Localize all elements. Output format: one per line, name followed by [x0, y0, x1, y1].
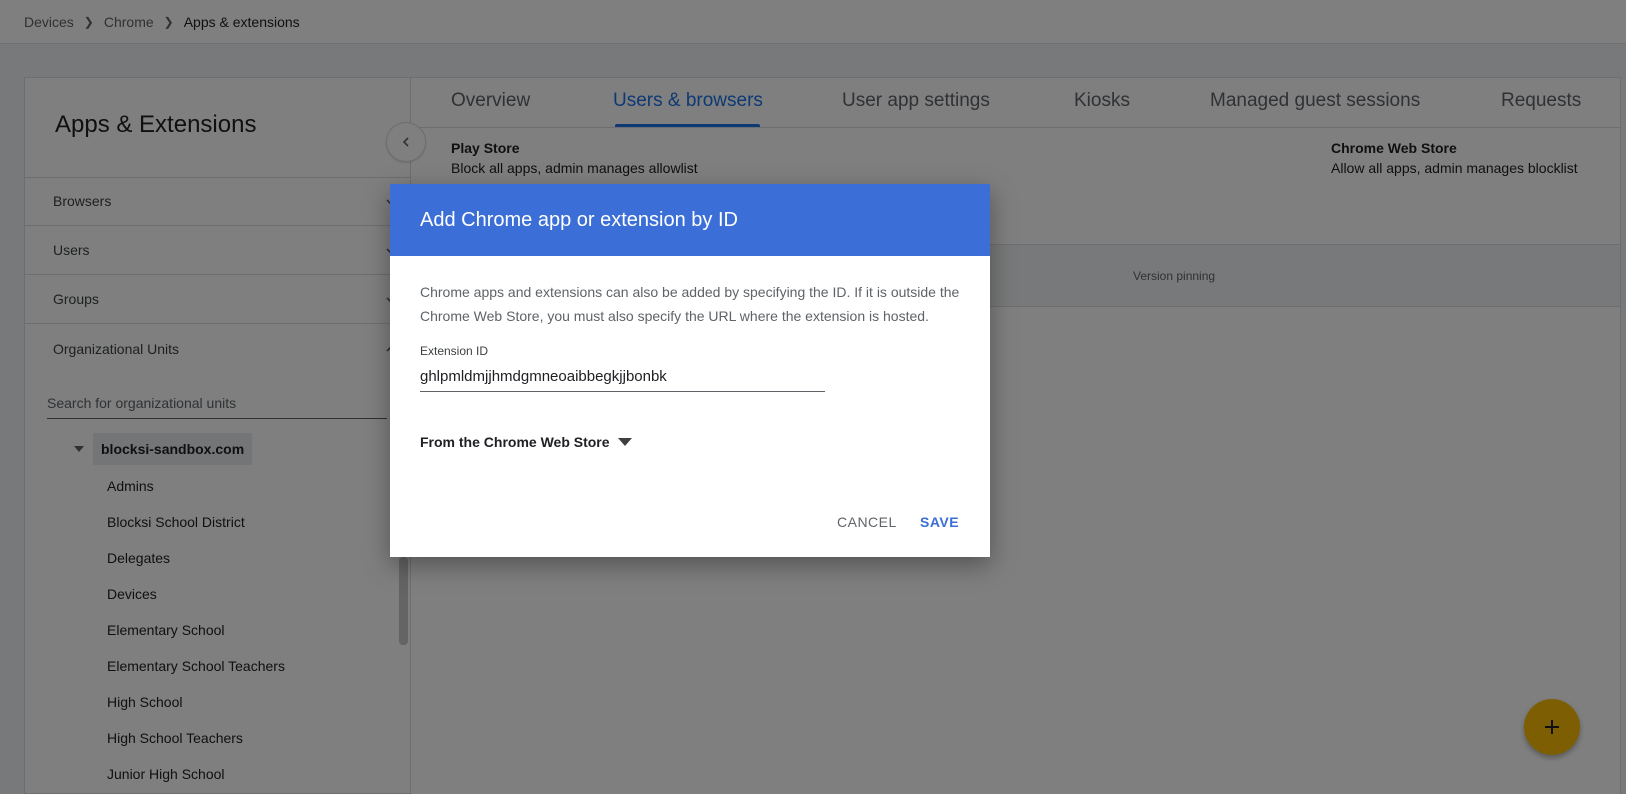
source-dropdown[interactable]: From the Chrome Web Store — [420, 434, 632, 450]
extension-id-input[interactable] — [420, 362, 825, 391]
source-dropdown-label: From the Chrome Web Store — [420, 434, 610, 450]
cancel-button[interactable]: CANCEL — [837, 514, 897, 530]
add-extension-dialog: Add Chrome app or extension by ID Chrome… — [390, 184, 990, 557]
dialog-title: Add Chrome app or extension by ID — [390, 184, 990, 256]
save-button[interactable]: SAVE — [920, 514, 959, 530]
extension-id-field — [420, 362, 825, 392]
extension-id-label: Extension ID — [420, 344, 489, 358]
caret-down-icon — [617, 438, 632, 446]
dialog-description: Chrome apps and extensions can also be a… — [420, 284, 960, 324]
